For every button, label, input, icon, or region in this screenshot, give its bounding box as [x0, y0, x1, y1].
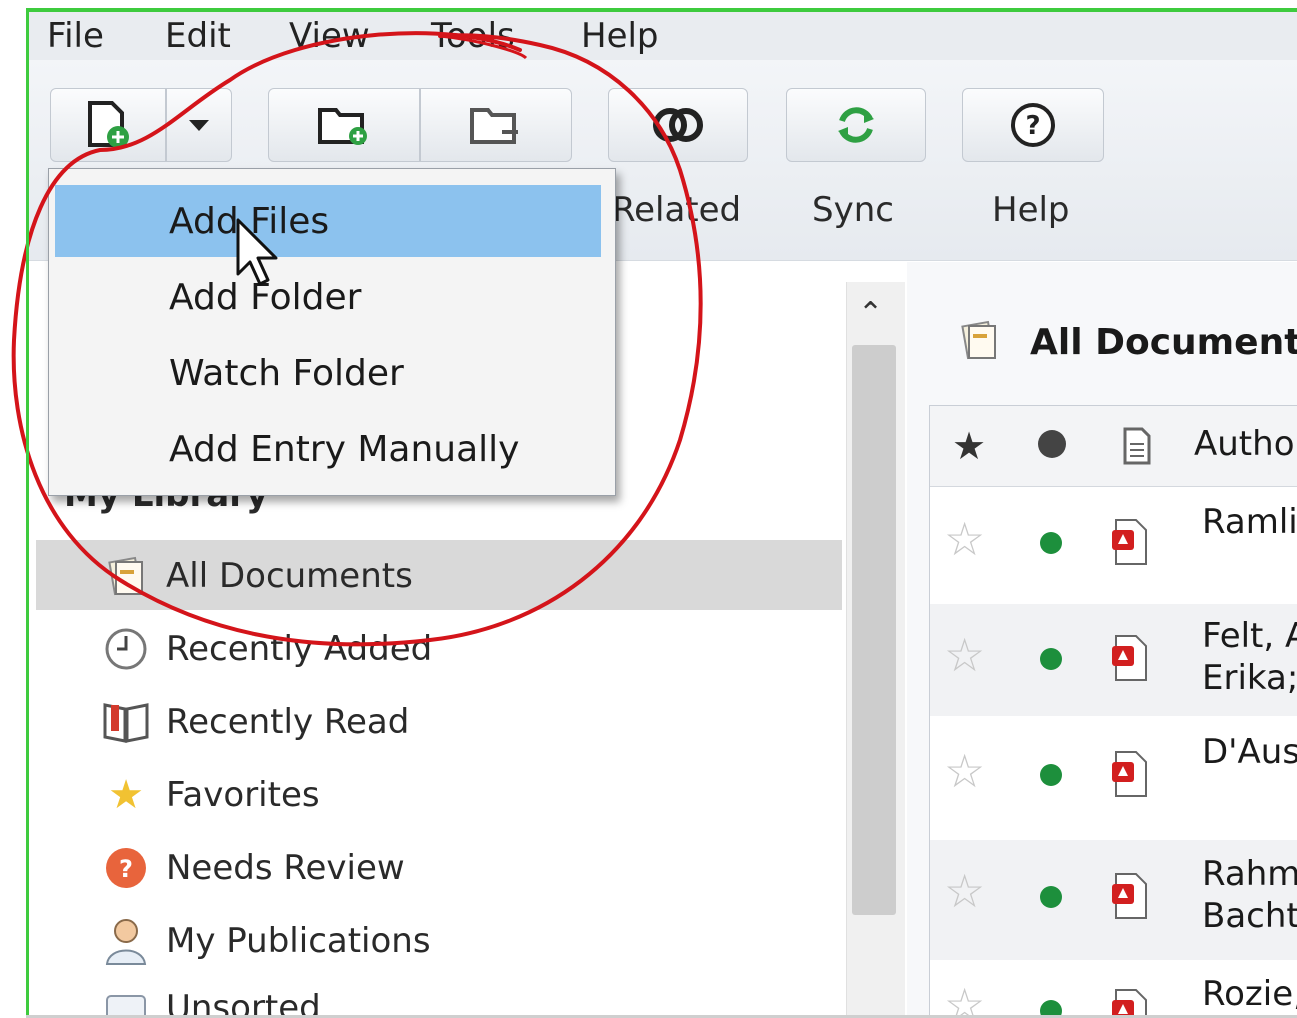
- help-icon: ?: [1011, 103, 1055, 147]
- menu-item-add-entry-manually[interactable]: Add Entry Manually: [55, 413, 601, 485]
- book-icon: [100, 696, 152, 748]
- menu-view[interactable]: View: [289, 16, 370, 56]
- add-files-menu: Add Files Add Folder Watch Folder Add En…: [48, 168, 616, 496]
- sidebar-item-needs-review[interactable]: ? Needs Review: [100, 838, 405, 898]
- star-icon: ★: [108, 772, 144, 818]
- author-column-header[interactable]: Autho: [1194, 424, 1295, 464]
- menu-edit[interactable]: Edit: [165, 16, 231, 56]
- documents-title: All Documents: [1030, 322, 1297, 363]
- help-label: Help: [992, 190, 1070, 230]
- remove-folder-icon: [470, 108, 518, 144]
- read-status-dot: [1040, 532, 1062, 554]
- file-column-icon[interactable]: [1122, 426, 1152, 466]
- sidebar-item-label: All Documents: [166, 556, 413, 596]
- table-row[interactable]: ☆ Rahm Bacht: [930, 840, 1297, 960]
- author-cell: Ramli,: [1202, 502, 1297, 542]
- menu-help[interactable]: Help: [581, 16, 659, 56]
- menu-item-add-files[interactable]: Add Files: [55, 185, 601, 257]
- new-folder-icon: [318, 108, 367, 145]
- chevron-down-icon: [189, 120, 209, 131]
- mouse-cursor-icon: [236, 218, 278, 286]
- sync-button[interactable]: [786, 88, 926, 162]
- sidebar-item-label: Favorites: [166, 775, 320, 815]
- author-cell-line2: Erika;: [1202, 658, 1297, 698]
- favorite-star-icon[interactable]: ☆: [944, 512, 985, 566]
- sidebar-item-label: Recently Read: [166, 702, 410, 742]
- table-row[interactable]: ☆ Felt, A Erika;: [930, 604, 1297, 716]
- menu-bar: File Edit View Tools Help: [29, 12, 1297, 60]
- sidebar-item-recently-added[interactable]: Recently Added: [100, 619, 432, 679]
- scrollbar-thumb[interactable]: [852, 345, 896, 915]
- author-cell: Rozie,: [1202, 974, 1297, 1014]
- sidebar-item-my-publications[interactable]: My Publications: [100, 911, 431, 971]
- related-button[interactable]: [608, 88, 748, 162]
- pdf-icon[interactable]: [1110, 872, 1150, 920]
- all-documents-icon: [100, 550, 152, 602]
- table-header: ★ Autho: [930, 406, 1297, 487]
- question-icon: ?: [100, 842, 152, 894]
- sync-icon: [838, 107, 874, 143]
- remove-folder-button[interactable]: [420, 88, 572, 162]
- favorite-star-icon[interactable]: ☆: [944, 628, 985, 682]
- favorite-column-icon[interactable]: ★: [952, 424, 986, 468]
- add-document-icon: [88, 101, 129, 148]
- read-status-dot: [1040, 886, 1062, 908]
- read-status-column-icon[interactable]: [1038, 430, 1066, 458]
- help-button[interactable]: ?: [962, 88, 1104, 162]
- sidebar-item-label: Recently Added: [166, 629, 433, 669]
- menu-file[interactable]: File: [47, 16, 104, 56]
- sidebar-item-recently-read[interactable]: Recently Read: [100, 692, 409, 752]
- favorite-star-icon[interactable]: ☆: [944, 744, 985, 798]
- author-cell: D'Aus: [1202, 732, 1297, 772]
- svg-text:?: ?: [1025, 111, 1040, 141]
- svg-text:?: ?: [119, 855, 133, 883]
- table-row[interactable]: ☆ Rozie,: [930, 960, 1297, 1018]
- related-label: Related: [612, 190, 742, 230]
- scroll-up-icon[interactable]: ⌃: [858, 296, 883, 331]
- sidebar-item-label: Unsorted: [166, 988, 321, 1018]
- person-icon: [100, 915, 152, 967]
- pdf-icon[interactable]: [1110, 634, 1150, 682]
- sidebar-item-all-documents[interactable]: All Documents: [100, 546, 413, 606]
- table-row[interactable]: ☆ Ramli,: [930, 488, 1297, 604]
- documents-table: ★ Autho ☆ Ramli, ☆ Felt, A Erika; ☆ D'Au…: [929, 405, 1297, 1018]
- frame-border-top: [28, 8, 1297, 12]
- menu-item-label: Watch Folder: [169, 352, 404, 394]
- menu-item-watch-folder[interactable]: Watch Folder: [55, 337, 601, 409]
- pdf-icon[interactable]: [1110, 988, 1150, 1018]
- favorite-star-icon[interactable]: ☆: [944, 864, 985, 918]
- author-cell: Rahm: [1202, 854, 1297, 894]
- read-status-dot: [1040, 648, 1062, 670]
- menu-item-label: Add Entry Manually: [169, 428, 520, 470]
- clock-icon: [100, 623, 152, 675]
- read-status-dot: [1040, 764, 1062, 786]
- add-files-button[interactable]: [50, 88, 166, 162]
- add-files-dropdown-button[interactable]: [166, 88, 232, 162]
- menu-tools[interactable]: Tools: [431, 16, 515, 56]
- pdf-icon[interactable]: [1110, 518, 1150, 566]
- sidebar-item-label: My Publications: [166, 921, 431, 961]
- create-folder-button[interactable]: [268, 88, 420, 162]
- unsorted-icon: [100, 982, 152, 1018]
- sidebar-item-label: Needs Review: [166, 848, 405, 888]
- all-documents-icon: [961, 320, 996, 360]
- app-window: File Edit View Tools Help ? Related Sync…: [0, 0, 1297, 1018]
- favorite-star-icon[interactable]: ☆: [944, 978, 985, 1018]
- author-cell: Felt, A: [1202, 616, 1297, 656]
- author-cell-line2: Bacht: [1202, 896, 1297, 936]
- menu-item-add-folder[interactable]: Add Folder: [55, 261, 601, 333]
- pdf-icon[interactable]: [1110, 750, 1150, 798]
- sidebar-item-unsorted[interactable]: Unsorted: [100, 978, 321, 1018]
- sidebar-item-favorites[interactable]: ★ Favorites: [100, 765, 320, 825]
- frame-border-left: [26, 8, 29, 1018]
- sync-label: Sync: [812, 190, 894, 230]
- table-row[interactable]: ☆ D'Aus: [930, 716, 1297, 840]
- related-icon: [653, 108, 703, 142]
